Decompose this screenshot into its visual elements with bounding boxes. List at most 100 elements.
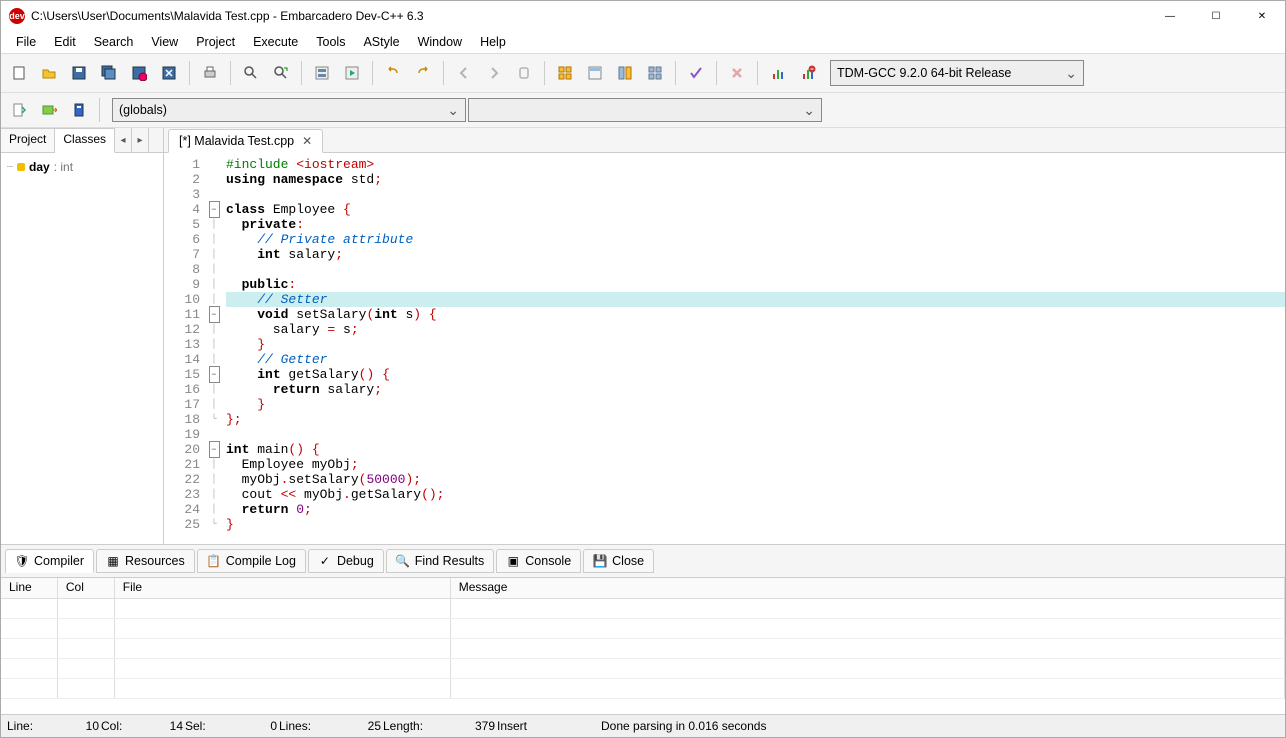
- undo-button[interactable]: [379, 59, 407, 87]
- status-mode: Insert: [497, 719, 557, 733]
- status-length-value: 379: [435, 719, 495, 733]
- close-button[interactable]: ✕: [1239, 1, 1285, 31]
- grid-row: [1, 619, 1285, 639]
- open-file-button[interactable]: [35, 59, 63, 87]
- bookmark-next-button[interactable]: [480, 59, 508, 87]
- file-tab-close-icon[interactable]: ✕: [302, 134, 312, 148]
- compile-log-icon: 📋: [207, 554, 221, 568]
- compile-button[interactable]: [308, 59, 336, 87]
- print-button[interactable]: [196, 59, 224, 87]
- bottom-tab-compiler[interactable]: 🛡Compiler: [5, 549, 94, 573]
- find-button[interactable]: [237, 59, 265, 87]
- scope-combo[interactable]: (globals): [112, 98, 466, 122]
- close-file-button[interactable]: [155, 59, 183, 87]
- minimize-button[interactable]: —: [1147, 1, 1193, 31]
- menu-view[interactable]: View: [142, 33, 187, 51]
- save-all-button[interactable]: [95, 59, 123, 87]
- goto-button[interactable]: [5, 96, 33, 124]
- app-window: dev C:\Users\User\Documents\Malavida Tes…: [0, 0, 1286, 738]
- bottom-tab-close[interactable]: 💾Close: [583, 549, 654, 573]
- menu-edit[interactable]: Edit: [45, 33, 85, 51]
- file-tab-label: [*] Malavida Test.cpp: [179, 134, 294, 148]
- menu-astyle[interactable]: AStyle: [354, 33, 408, 51]
- bottom-tab-resources[interactable]: ▦Resources: [96, 549, 195, 573]
- bookmark-icon[interactable]: [65, 96, 93, 124]
- grid-col-message[interactable]: Message: [451, 578, 1285, 598]
- status-message: Done parsing in 0.016 seconds: [601, 719, 766, 733]
- bottom-tab-compile-log[interactable]: 📋Compile Log: [197, 549, 306, 573]
- layout-3-button[interactable]: [611, 59, 639, 87]
- sidebar-tab-next[interactable]: ▸: [132, 128, 149, 152]
- grid-header: LineColFileMessage: [1, 578, 1285, 599]
- stop-button[interactable]: [723, 59, 751, 87]
- toggle-bookmark-button[interactable]: [510, 59, 538, 87]
- grid-col-file[interactable]: File: [115, 578, 451, 598]
- maximize-button[interactable]: ☐: [1193, 1, 1239, 31]
- code-lines[interactable]: #include <iostream>using namespace std;c…: [222, 153, 1285, 544]
- menu-window[interactable]: Window: [409, 33, 471, 51]
- grid-row: [1, 599, 1285, 619]
- check-button[interactable]: [682, 59, 710, 87]
- grid-row: [1, 659, 1285, 679]
- bottom-tab-debug[interactable]: ✓Debug: [308, 549, 384, 573]
- replace-button[interactable]: [267, 59, 295, 87]
- titlebar: dev C:\Users\User\Documents\Malavida Tes…: [1, 1, 1285, 31]
- grid-row: [1, 679, 1285, 699]
- layout-2-button[interactable]: [581, 59, 609, 87]
- redo-button[interactable]: [409, 59, 437, 87]
- status-sel-value: 0: [217, 719, 277, 733]
- main-content: Project Classes ◂ ▸ ┈ day : int [*] Mala…: [1, 128, 1285, 544]
- status-line-value: 10: [49, 719, 99, 733]
- bottom-tab-console[interactable]: ▣Console: [496, 549, 581, 573]
- member-combo[interactable]: [468, 98, 822, 122]
- bookmark-prev-button[interactable]: [450, 59, 478, 87]
- new-file-button[interactable]: [5, 59, 33, 87]
- class-tree-item[interactable]: ┈ day : int: [5, 159, 159, 175]
- menu-file[interactable]: File: [7, 33, 45, 51]
- tree-dots-icon: ┈: [7, 162, 13, 173]
- toolbar-secondary: (globals): [1, 93, 1285, 128]
- code-editor[interactable]: 1234567891011121314151617181920212223242…: [164, 153, 1285, 544]
- layout-4-button[interactable]: [641, 59, 669, 87]
- menu-tools[interactable]: Tools: [307, 33, 354, 51]
- line-gutter: 1234567891011121314151617181920212223242…: [164, 153, 206, 544]
- window-controls: — ☐ ✕: [1147, 1, 1285, 31]
- editor-area: [*] Malavida Test.cpp ✕ 1234567891011121…: [164, 128, 1285, 544]
- save-as-button[interactable]: [125, 59, 153, 87]
- sidebar-tab-project[interactable]: Project: [1, 128, 55, 152]
- find-results-icon: 🔍: [396, 554, 410, 568]
- resources-icon: ▦: [106, 554, 120, 568]
- grid-body: [1, 599, 1285, 699]
- bottom-tab-find-results[interactable]: 🔍Find Results: [386, 549, 494, 573]
- status-lines-label: Lines:: [279, 719, 319, 733]
- sidebar-tabs: Project Classes ◂ ▸: [1, 128, 163, 153]
- menu-help[interactable]: Help: [471, 33, 515, 51]
- sidebar-tab-prev[interactable]: ◂: [115, 128, 132, 152]
- bottom-tab-bar: 🛡Compiler▦Resources📋Compile Log✓Debug🔍Fi…: [1, 544, 1285, 577]
- status-col-label: Col:: [101, 719, 131, 733]
- layout-1-button[interactable]: [551, 59, 579, 87]
- sidebar-body: ┈ day : int: [1, 153, 163, 544]
- tree-item-name: day: [29, 160, 50, 174]
- file-tab[interactable]: [*] Malavida Test.cpp ✕: [168, 129, 323, 153]
- menu-project[interactable]: Project: [187, 33, 244, 51]
- toolbar-main: TDM-GCC 9.2.0 64-bit Release: [1, 53, 1285, 93]
- grid-col-col[interactable]: Col: [58, 578, 115, 598]
- compiler-selector[interactable]: TDM-GCC 9.2.0 64-bit Release: [830, 60, 1084, 86]
- compiler-icon: 🛡: [15, 554, 29, 568]
- menu-execute[interactable]: Execute: [244, 33, 307, 51]
- sidebar-tab-classes[interactable]: Classes: [55, 128, 115, 153]
- field-icon: [17, 163, 25, 171]
- app-icon: dev: [9, 8, 25, 24]
- run-button[interactable]: [338, 59, 366, 87]
- grid-row: [1, 639, 1285, 659]
- status-col-value: 14: [133, 719, 183, 733]
- status-sel-label: Sel:: [185, 719, 215, 733]
- grid-col-line[interactable]: Line: [1, 578, 58, 598]
- status-line-label: Line:: [7, 719, 47, 733]
- save-button[interactable]: [65, 59, 93, 87]
- profile-button[interactable]: [764, 59, 792, 87]
- delete-profile-button[interactable]: [794, 59, 822, 87]
- insert-button[interactable]: [35, 96, 63, 124]
- menu-search[interactable]: Search: [85, 33, 143, 51]
